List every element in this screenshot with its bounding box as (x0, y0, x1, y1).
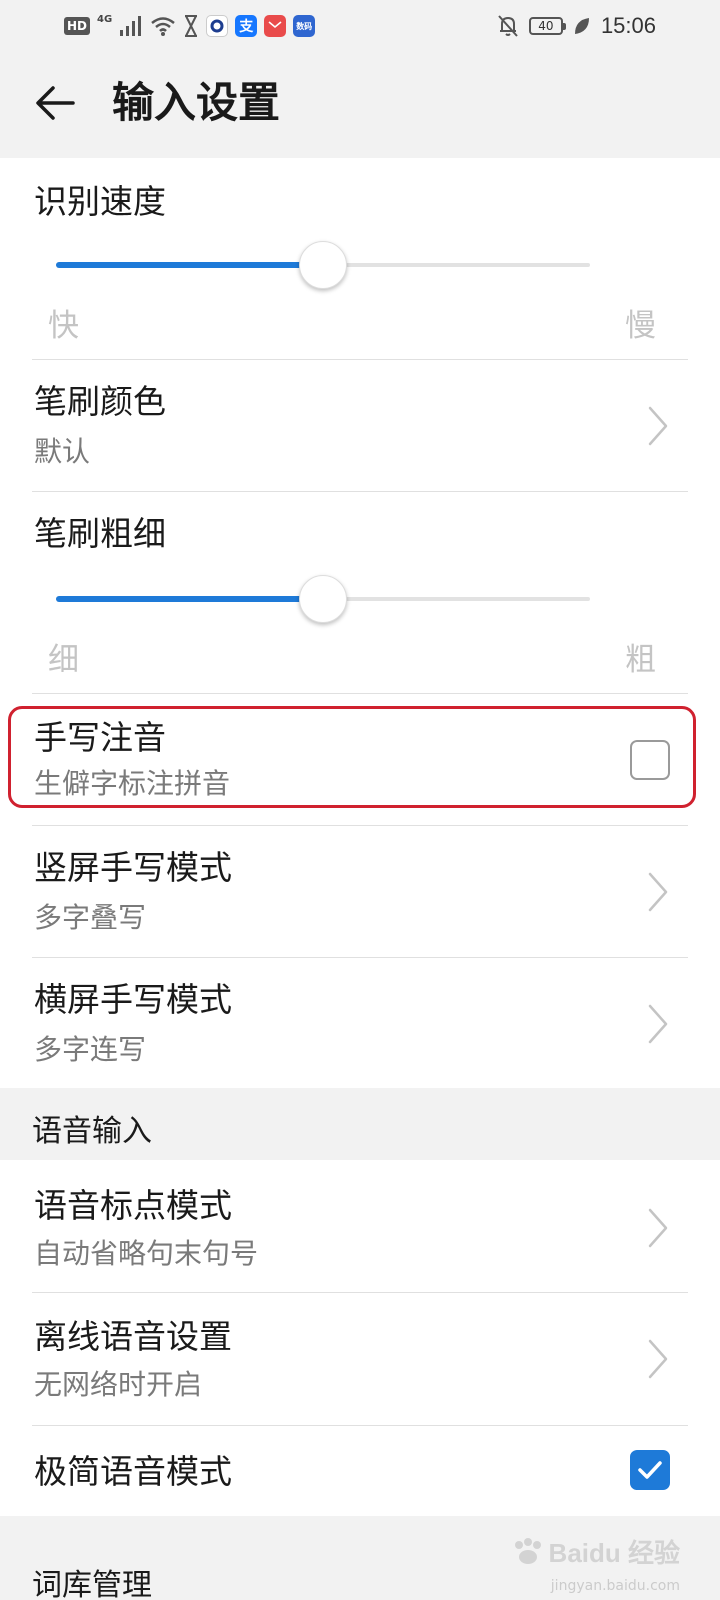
clock: 15:06 (600, 13, 656, 38)
phonetic-annotation-description: 生僻字标注拼音 (34, 767, 231, 800)
dictionary-section-header: 词库管理 (32, 1568, 152, 1600)
leaf-icon (574, 18, 589, 34)
battery-icon: 40 (528, 17, 566, 35)
checkmark-icon (638, 1461, 662, 1479)
status-left: HD 4G 支 数码 (64, 12, 316, 40)
portrait-mode-label: 竖屏手写模式 (34, 848, 232, 887)
network-type: 4G (97, 14, 113, 25)
offline-voice-setting[interactable]: 离线语音设置 无网络时开启 (32, 1293, 688, 1425)
offline-voice-label: 离线语音设置 (34, 1317, 232, 1356)
app-bar: 输入设置 (0, 52, 720, 158)
arrow-left-icon (36, 86, 75, 120)
slider-thumb[interactable] (299, 241, 347, 289)
wifi-icon (151, 17, 175, 36)
watermark-text: Baidu 经验 (548, 1538, 680, 1568)
paw-logo-icon (514, 1537, 541, 1564)
minimal-voice-mode-setting[interactable]: 极简语音模式 (32, 1426, 688, 1516)
brush-color-setting[interactable]: 笔刷颜色 默认 (32, 360, 688, 492)
voice-punctuation-mode-setting[interactable]: 语音标点模式 自动省略句末句号 (32, 1160, 688, 1292)
chevron-right-icon (648, 1339, 668, 1379)
chevron-right-icon (648, 1208, 668, 1248)
voice-input-section-header: 语音输入 (32, 1114, 152, 1149)
stats-app-icon: 数码 (293, 15, 316, 37)
phonetic-annotation-label: 手写注音 (34, 718, 166, 757)
status-bar: HD 4G 支 数码 40 15:06 (0, 0, 720, 52)
portrait-handwriting-mode-setting[interactable]: 竖屏手写模式 多字叠写 (32, 826, 688, 958)
brush-thickness-slider[interactable] (56, 572, 590, 626)
slider-fill (56, 262, 323, 268)
landscape-mode-label: 横屏手写模式 (34, 980, 232, 1019)
alipay-icon: 支 (235, 15, 258, 37)
landscape-mode-value: 多字连写 (34, 1033, 147, 1066)
back-button[interactable] (30, 78, 80, 128)
brush-color-label: 笔刷颜色 (34, 382, 166, 421)
recognition-speed-slider[interactable] (56, 238, 590, 292)
watermark-url: jingyan.baidu.com (550, 1578, 680, 1594)
chevron-right-icon (648, 872, 668, 912)
thickness-thick-label: 粗 (625, 642, 656, 678)
phonetic-annotation-checkbox[interactable] (630, 740, 670, 780)
minimal-voice-mode-label: 极简语音模式 (34, 1452, 232, 1491)
chevron-right-icon (648, 406, 668, 446)
minimal-voice-mode-checkbox[interactable] (630, 1450, 670, 1490)
bell-muted-icon (498, 15, 518, 37)
page-title: 输入设置 (112, 78, 281, 127)
handwriting-settings-card: 识别速度 快 慢 笔刷颜色 默认 笔刷粗细 细 粗 手写注音 生僻字标注拼音 竖… (0, 158, 720, 1088)
recognition-speed-label: 识别速度 (34, 182, 166, 221)
slider-fill (56, 596, 323, 602)
voice-punctuation-label: 语音标点模式 (34, 1186, 232, 1225)
slider-thumb[interactable] (299, 575, 347, 623)
speed-fast-label: 快 (48, 308, 79, 344)
mail-app-icon (264, 15, 287, 37)
voice-input-settings-card: 语音标点模式 自动省略句末句号 离线语音设置 无网络时开启 极简语音模式 (0, 1160, 720, 1516)
thickness-thin-label: 细 (48, 642, 79, 678)
brush-color-value: 默认 (34, 435, 91, 468)
hd-badge: HD (64, 17, 91, 35)
baidu-watermark: Baidu 经验 (511, 1533, 680, 1570)
circle-app-icon (206, 15, 229, 37)
status-right: 40 15:06 (497, 12, 656, 40)
brush-thickness-label: 笔刷粗细 (34, 514, 166, 553)
chevron-right-icon (648, 1004, 668, 1044)
offline-voice-value: 无网络时开启 (34, 1368, 203, 1401)
landscape-handwriting-mode-setting[interactable]: 横屏手写模式 多字连写 (32, 958, 688, 1088)
signal-icon (120, 16, 142, 36)
speed-slow-label: 慢 (625, 308, 656, 344)
hourglass-icon (185, 15, 198, 37)
phonetic-annotation-setting[interactable]: 手写注音 生僻字标注拼音 (32, 694, 688, 826)
voice-punctuation-value: 自动省略句末句号 (34, 1237, 259, 1270)
portrait-mode-value: 多字叠写 (34, 901, 147, 934)
